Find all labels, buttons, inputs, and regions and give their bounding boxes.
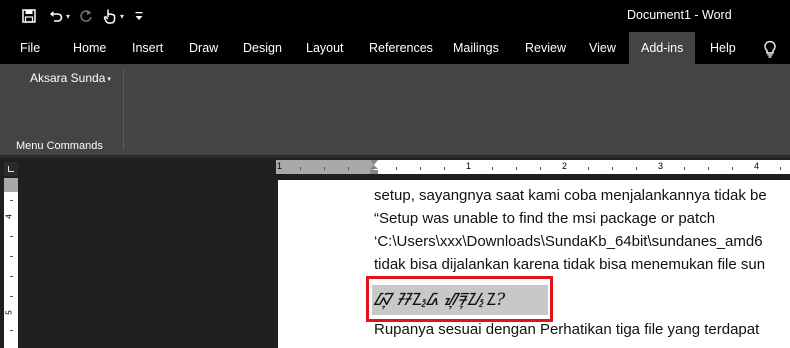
- quick-access-toolbar: ▾ ▾: [18, 6, 146, 26]
- undo-icon[interactable]: [48, 6, 64, 26]
- undo-dropdown-icon[interactable]: ▾: [66, 12, 70, 21]
- chevron-down-icon: ▾: [107, 75, 111, 83]
- ruler-tick: [10, 200, 13, 201]
- customize-qat-icon[interactable]: [132, 6, 146, 26]
- ruler-tick: [444, 167, 445, 170]
- tab-selector[interactable]: [4, 162, 18, 176]
- ruler-tick: [588, 167, 589, 170]
- ruler-tick: [10, 296, 13, 297]
- ribbon-group-label: Menu Commands: [16, 140, 103, 152]
- ruler-tick: [492, 167, 493, 170]
- ruler-tick: [348, 167, 349, 170]
- ruler-tick: [636, 167, 637, 170]
- tab-design[interactable]: Design: [243, 32, 282, 64]
- tab-help[interactable]: Help: [710, 32, 736, 64]
- document-line: tidak bisa dijalankan karena tidak bisa …: [374, 256, 766, 273]
- tab-review[interactable]: Review: [525, 32, 566, 64]
- document-line: setup, sayangnya saat kami coba menjalan…: [374, 187, 767, 204]
- ruler-tick: [732, 167, 733, 170]
- tab-draw[interactable]: Draw: [189, 32, 218, 64]
- document-page[interactable]: setup, sayangnya saat kami coba menjalan…: [278, 180, 790, 348]
- horizontal-ruler-number: 1: [466, 161, 472, 171]
- tab-add-ins[interactable]: Add-ins: [629, 32, 696, 64]
- aksara-sunda-label: Aksara Sunda: [30, 71, 106, 85]
- horizontal-ruler-number: 4: [754, 161, 760, 171]
- title-bar: ▾ ▾ Document1 - Word: [0, 0, 790, 32]
- left-tab-icon: [8, 166, 14, 172]
- ruler-tick: [708, 167, 709, 170]
- document-line: Rupanya sesuai dengan Perhatikan tiga fi…: [374, 321, 760, 338]
- tab-file[interactable]: File: [20, 32, 40, 64]
- indent-marker-icon[interactable]: [369, 160, 379, 174]
- tab-home[interactable]: Home: [73, 32, 106, 64]
- tab-mailings[interactable]: Mailings: [453, 32, 499, 64]
- touch-mode-icon[interactable]: [102, 6, 118, 26]
- document-line: ‘C:\Users\xxx\Downloads\SundaKb_64bit\su…: [374, 233, 763, 250]
- horizontal-ruler-number: 2: [562, 161, 568, 171]
- ribbon-tabs: File Home Insert Draw Design Layout Refe…: [0, 32, 790, 64]
- ruler-tick: [10, 276, 13, 277]
- ruler-tick: [540, 167, 541, 170]
- document-line: “Setup was unable to find the msi packag…: [374, 210, 716, 227]
- ruler-tick: [612, 167, 613, 170]
- ribbon-panel: Aksara Sunda ▾ Menu Commands: [0, 64, 790, 156]
- tab-view[interactable]: View: [589, 32, 616, 64]
- ruler-tick: [684, 167, 685, 170]
- lightbulb-icon[interactable]: [762, 40, 778, 58]
- ruler-tick: [324, 167, 325, 170]
- ruler-tick: [10, 330, 13, 331]
- ruler-tick: [516, 167, 517, 170]
- redo-icon: [78, 6, 94, 26]
- ruler-tick: [10, 256, 13, 257]
- tab-insert[interactable]: Insert: [132, 32, 163, 64]
- ruler-tick: [420, 167, 421, 170]
- save-icon[interactable]: [18, 6, 40, 26]
- touch-mode-dropdown-icon[interactable]: ▾: [120, 12, 124, 21]
- vertical-ruler-number: 4: [4, 214, 14, 219]
- ruler-tick: [10, 236, 13, 237]
- ribbon-group-divider: [123, 70, 124, 150]
- horizontal-ruler-margin: [276, 160, 374, 174]
- vertical-ruler[interactable]: 4 5: [4, 178, 18, 348]
- ruler-tick: [300, 167, 301, 170]
- vertical-ruler-margin: [4, 178, 18, 192]
- annotation-highlight-box: [366, 276, 553, 322]
- horizontal-ruler-number: 1: [277, 161, 283, 171]
- ruler-tick: [780, 167, 781, 170]
- ruler-tick: [396, 167, 397, 170]
- vertical-ruler-number: 5: [4, 310, 14, 315]
- tab-layout[interactable]: Layout: [306, 32, 344, 64]
- horizontal-ruler[interactable]: 1 1 2 3 4: [276, 160, 790, 174]
- aksara-sunda-menu-button[interactable]: Aksara Sunda ▾: [30, 71, 111, 85]
- horizontal-ruler-number: 3: [658, 161, 664, 171]
- tab-references[interactable]: References: [369, 32, 433, 64]
- document-title: Document1 - Word: [627, 8, 732, 22]
